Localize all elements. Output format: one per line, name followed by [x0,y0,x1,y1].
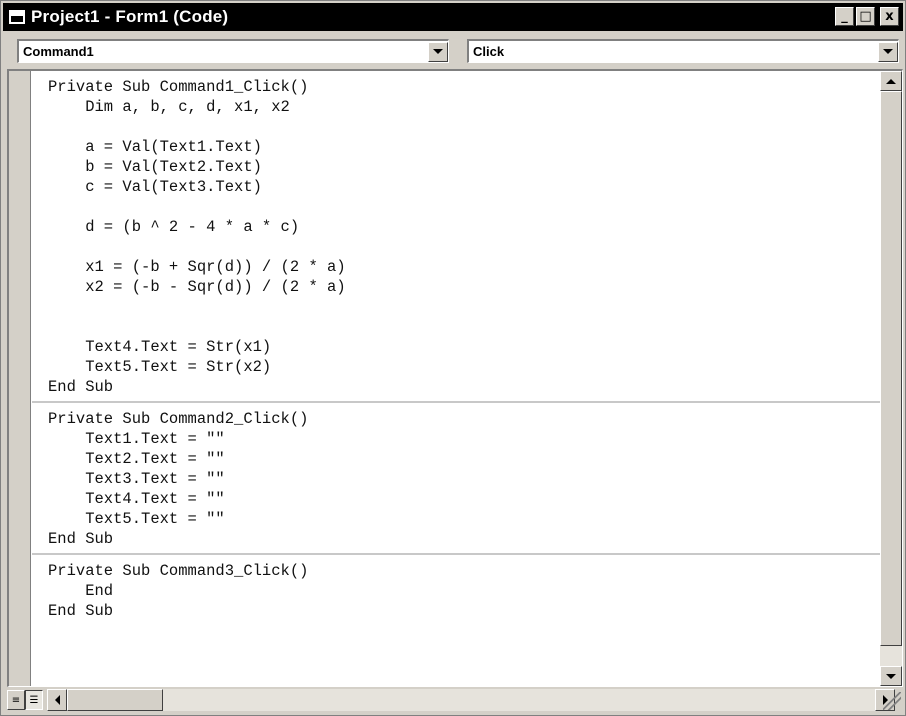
arrow-up-icon [886,78,896,84]
resize-grip-icon[interactable] [883,692,901,710]
code-line[interactable]: x1 = (-b + Sqr(d)) / (2 * a) [48,257,880,277]
code-line[interactable]: Text4.Text = "" [48,489,880,509]
code-line[interactable]: End [48,581,880,601]
code-window-icon [9,10,25,24]
procedure-block: Private Sub Command3_Click() End End Sub [32,555,880,625]
code-window: Project1 - Form1 (Code) _ □ x Command1 C… [0,0,906,716]
code-line[interactable] [48,317,880,337]
window-title: Project1 - Form1 (Code) [31,7,229,26]
horizontal-scroll-thumb[interactable] [67,689,163,711]
procedure-view-button[interactable]: ≡ [7,690,25,710]
code-line[interactable]: d = (b ^ 2 - 4 * a * c) [48,217,880,237]
code-line[interactable]: Text5.Text = "" [48,509,880,529]
code-line[interactable]: x2 = (-b - Sqr(d)) / (2 * a) [48,277,880,297]
procedure-combo[interactable]: Click [467,39,899,63]
code-line[interactable]: b = Val(Text2.Text) [48,157,880,177]
scroll-down-button[interactable] [880,666,902,686]
title-buttons: _ □ x [835,7,899,26]
code-line[interactable] [48,237,880,257]
code-area[interactable]: Private Sub Command1_Click() Dim a, b, c… [32,71,880,686]
object-combo-value: Command1 [23,44,94,59]
procedure-combo-dropdown-button[interactable] [878,41,898,62]
code-line[interactable]: Text5.Text = Str(x2) [48,357,880,377]
full-module-view-button[interactable]: ☰ [25,690,43,710]
arrow-down-icon [886,673,896,679]
procedure-view-icon: ≡ [11,694,21,706]
editor-bottom-bar: ≡ ☰ [7,688,903,712]
code-line[interactable]: Private Sub Command1_Click() [48,77,880,97]
code-line[interactable]: Dim a, b, c, d, x1, x2 [48,97,880,117]
code-line[interactable] [48,297,880,317]
arrow-left-icon [54,695,60,705]
code-line[interactable]: Text3.Text = "" [48,469,880,489]
scroll-left-button[interactable] [47,689,67,711]
object-combo-dropdown-button[interactable] [428,41,448,62]
full-module-view-icon: ☰ [29,694,39,706]
code-line[interactable] [48,117,880,137]
code-line[interactable]: End Sub [48,529,880,549]
code-line[interactable]: a = Val(Text1.Text) [48,137,880,157]
procedure-block: Private Sub Command1_Click() Dim a, b, c… [32,71,880,403]
chevron-down-icon [433,49,443,54]
title-bar[interactable]: Project1 - Form1 (Code) _ □ x [3,3,903,31]
code-line[interactable]: Text2.Text = "" [48,449,880,469]
scroll-up-button[interactable] [880,71,902,91]
code-line[interactable]: End Sub [48,601,880,621]
close-button[interactable]: x [880,7,899,26]
code-line[interactable]: Private Sub Command2_Click() [48,409,880,429]
code-line[interactable]: Private Sub Command3_Click() [48,561,880,581]
code-line[interactable] [48,197,880,217]
code-line[interactable]: c = Val(Text3.Text) [48,177,880,197]
vertical-scrollbar[interactable] [880,71,902,686]
code-line[interactable]: Text1.Text = "" [48,429,880,449]
chevron-down-icon [883,49,893,54]
code-line[interactable]: Text4.Text = Str(x1) [48,337,880,357]
procedure-block: Private Sub Command2_Click() Text1.Text … [32,403,880,555]
code-editor[interactable]: Private Sub Command1_Click() Dim a, b, c… [7,69,903,687]
object-combo[interactable]: Command1 [17,39,449,63]
minimize-button[interactable]: _ [835,7,854,26]
margin-indicator-bar[interactable] [9,71,31,686]
procedure-combo-value: Click [473,44,505,59]
vertical-scroll-thumb[interactable] [880,91,902,646]
maximize-button[interactable]: □ [856,7,875,26]
code-line[interactable]: End Sub [48,377,880,397]
horizontal-scrollbar[interactable] [47,689,895,711]
